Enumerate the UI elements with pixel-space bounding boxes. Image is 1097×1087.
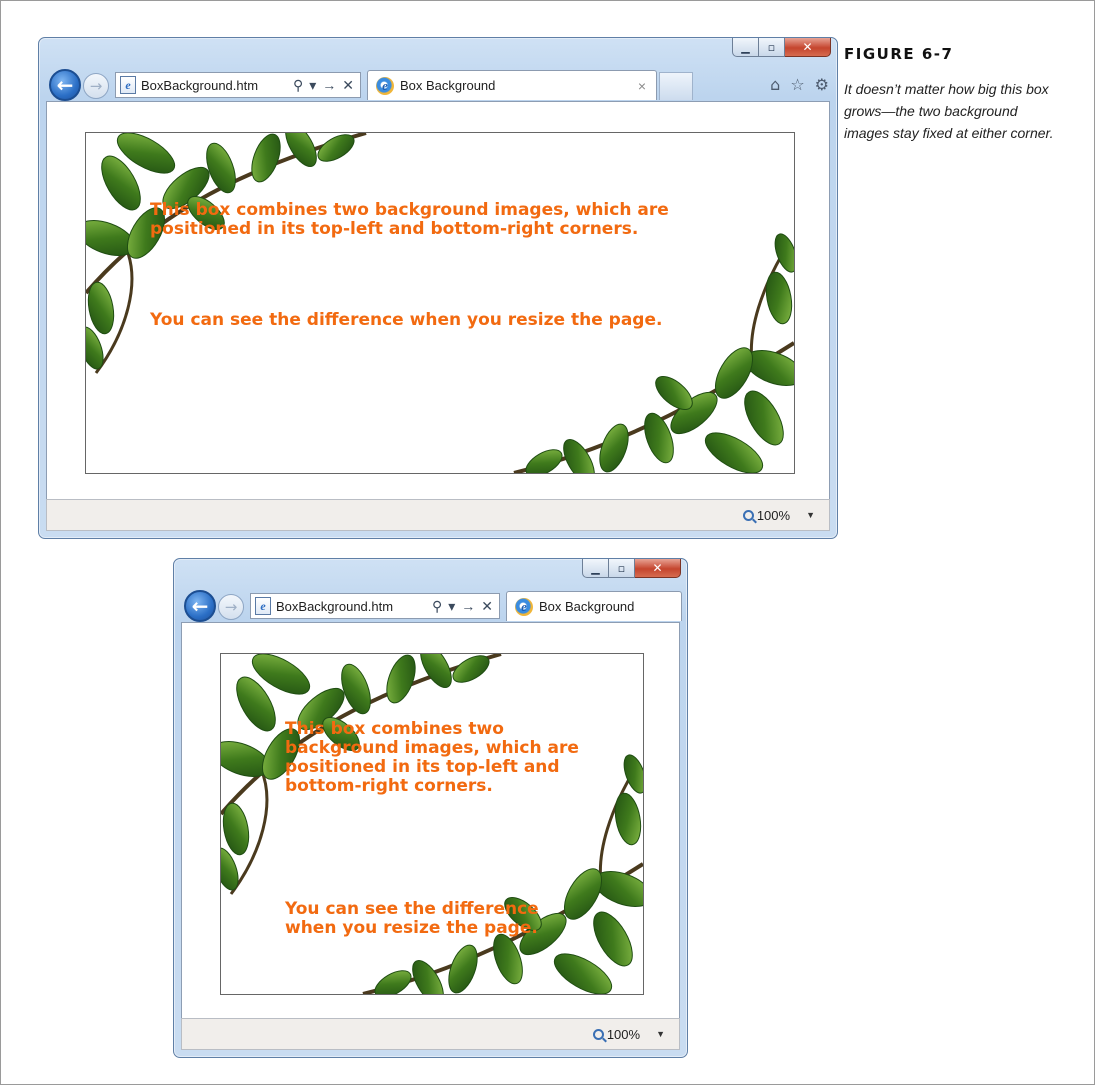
tab-label: Box Background (539, 599, 635, 614)
close-button[interactable]: ✕ (785, 38, 831, 57)
box-paragraph-1: This box combines two background images,… (285, 719, 579, 796)
dropdown-icon[interactable]: ▾ (448, 598, 455, 615)
zoom-icon[interactable] (742, 509, 754, 521)
dropdown-icon[interactable]: ▾ (309, 77, 316, 94)
gear-icon[interactable]: ⚙ (815, 75, 829, 94)
box-paragraph-2: You can see the difference when you resi… (150, 310, 663, 330)
tab-box-background[interactable]: e Box Background (506, 591, 682, 621)
back-arrow-icon[interactable]: ← (184, 590, 216, 622)
forward-arrow-icon[interactable]: → (83, 73, 109, 99)
zoom-level[interactable]: 100% (607, 1027, 640, 1042)
refresh-icon[interactable]: → (461, 598, 475, 615)
home-icon[interactable]: ⌂ (770, 75, 780, 94)
browser-window-wide: ▁ ▫ ✕ ← → e BoxBackground.htm ⚲ ▾ → ✕ e … (38, 37, 838, 539)
page-viewport: This box combines two background images,… (181, 622, 680, 1018)
address-bar[interactable]: e BoxBackground.htm ⚲ ▾ → ✕ (250, 593, 500, 619)
background-box: This box combines two background images,… (220, 653, 644, 995)
caption-buttons: ▁ ▫ ✕ (582, 559, 681, 578)
address-text[interactable]: BoxBackground.htm (276, 599, 432, 614)
background-box: This box combines two background images,… (85, 132, 795, 474)
nav-row: ← → e BoxBackground.htm ⚲ ▾ → ✕ e Box Ba… (39, 66, 837, 102)
title-bar[interactable]: ▁ ▫ ✕ (174, 559, 687, 585)
figure-label: FIGURE 6-7 (844, 45, 954, 63)
address-bar[interactable]: e BoxBackground.htm ⚲ ▾ → ✕ (115, 72, 361, 98)
tab-box-background[interactable]: e Box Background × (367, 70, 657, 100)
status-bar: 100% ▼ (181, 1018, 680, 1050)
star-icon[interactable]: ☆ (790, 75, 804, 94)
minimize-button[interactable]: ▁ (732, 38, 759, 57)
back-arrow-icon[interactable]: ← (49, 69, 81, 101)
zoom-dropdown-icon[interactable]: ▼ (806, 510, 815, 520)
ie-icon: e (376, 76, 394, 95)
minimize-button[interactable]: ▁ (582, 559, 609, 578)
address-icons: ⚲ ▾ → ✕ (432, 598, 499, 615)
toolbar-icons: ⌂ ☆ ⚙ (770, 75, 829, 94)
caption-buttons: ▁ ▫ ✕ (732, 38, 831, 57)
page-viewport: This box combines two background images,… (46, 101, 830, 499)
maximize-button[interactable]: ▫ (759, 38, 785, 57)
leaves-top-left-image (86, 133, 367, 374)
tab-label: Box Background (400, 78, 496, 93)
tab-close-icon[interactable]: × (638, 78, 656, 94)
zoom-icon[interactable] (592, 1028, 604, 1040)
box-paragraph-2: You can see the difference when you resi… (285, 899, 539, 938)
address-icons: ⚲ ▾ → ✕ (293, 77, 360, 94)
box-paragraph-1: This box combines two background images,… (150, 200, 669, 239)
page-icon: e (255, 597, 271, 615)
zoom-dropdown-icon[interactable]: ▼ (656, 1029, 665, 1039)
status-bar: 100% ▼ (46, 499, 830, 531)
browser-window-narrow: ▁ ▫ ✕ ← → e BoxBackground.htm ⚲ ▾ → ✕ e … (173, 558, 688, 1058)
zoom-level[interactable]: 100% (757, 508, 790, 523)
page-icon: e (120, 76, 136, 94)
forward-arrow-icon[interactable]: → (218, 594, 244, 620)
stop-icon[interactable]: ✕ (342, 77, 354, 94)
stop-icon[interactable]: ✕ (481, 598, 493, 615)
nav-row: ← → e BoxBackground.htm ⚲ ▾ → ✕ e Box Ba… (174, 587, 687, 623)
close-button[interactable]: ✕ (635, 559, 681, 578)
leaves-bottom-right-image (513, 233, 794, 473)
search-icon[interactable]: ⚲ (432, 598, 442, 615)
search-icon[interactable]: ⚲ (293, 77, 303, 94)
title-bar[interactable]: ▁ ▫ ✕ (39, 38, 837, 64)
address-text[interactable]: BoxBackground.htm (141, 78, 293, 93)
refresh-icon[interactable]: → (322, 77, 336, 94)
ie-icon: e (515, 597, 533, 616)
maximize-button[interactable]: ▫ (609, 559, 635, 578)
figure-caption: It doesn’t matter how big this box grows… (844, 81, 1054, 141)
new-tab-button[interactable] (659, 72, 693, 100)
